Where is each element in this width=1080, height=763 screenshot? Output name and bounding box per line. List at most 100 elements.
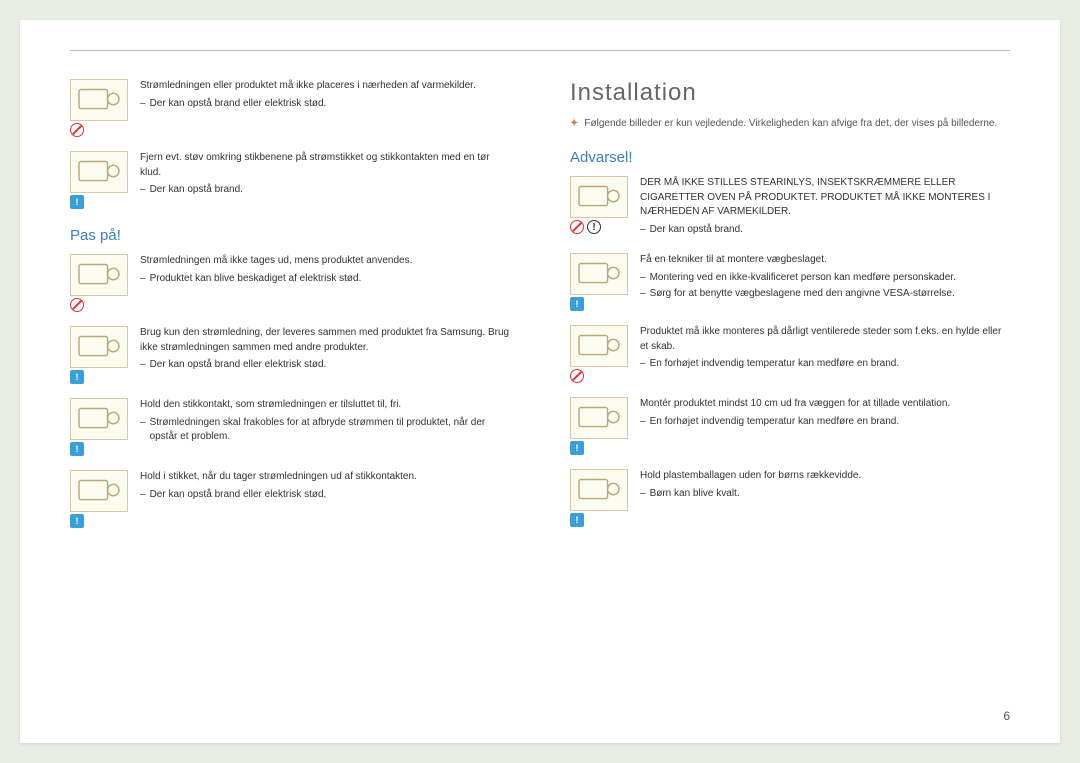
- item-sub-text: ‒Strømledningen skal frakobles for at af…: [140, 416, 510, 445]
- item-sub-text: ‒ En forhøjet indvendig temperatur kan me…: [640, 357, 1010, 372]
- item-sub-text: ‒Der kan opstå brand.: [640, 223, 1010, 238]
- illustration-icon: [70, 79, 128, 121]
- safety-item: Strømledningen må ikke tages ud, mens pr…: [70, 254, 510, 312]
- item-main-text: Brug kun den strømledning, der leveres s…: [140, 326, 510, 355]
- item-main-text: Strømledningen må ikke tages ud, mens pr…: [140, 254, 510, 269]
- item-main-text: Hold den stikkontakt, som strømledningen…: [140, 398, 510, 413]
- item-sub-text: ‒ Børn kan blive kvalt.: [640, 487, 1010, 502]
- safety-item: Produktet må ikke monteres på dårligt ve…: [570, 325, 1010, 383]
- exclamation-icon: !: [587, 220, 601, 234]
- badge-row: [570, 369, 628, 383]
- sub-text: Der kan opstå brand.: [650, 223, 743, 238]
- sub-text: En forhøjet indvendig temperatur kan med…: [650, 415, 900, 430]
- sub-text: Der kan opstå brand.: [150, 183, 243, 198]
- info-icon: !: [570, 441, 584, 455]
- safety-item: ! Få en tekniker til at montere vægbeslag…: [570, 253, 1010, 311]
- illustration-icon: [570, 253, 628, 295]
- dash-icon: ‒: [140, 488, 146, 503]
- item-main-text: Strømledningen eller produktet må ikke p…: [140, 79, 510, 94]
- illustration-icon: [70, 151, 128, 193]
- badge-row: [70, 298, 128, 312]
- sub-text: Børn kan blive kvalt.: [650, 487, 740, 502]
- item-main-text: Montér produktet mindst 10 cm ud fra væg…: [640, 397, 1010, 412]
- columns: Strømledningen eller produktet må ikke p…: [70, 79, 1010, 542]
- item-text: DER MÅ IKKE STILLES STEARINLYS, INSEKTSK…: [640, 176, 1010, 239]
- prohibit-icon: [70, 123, 84, 137]
- info-icon: !: [570, 297, 584, 311]
- prohibit-icon: [570, 369, 584, 383]
- dash-icon: ‒: [640, 487, 646, 502]
- note-bullet-icon: ✦: [570, 117, 578, 131]
- illustration-icon: [70, 398, 128, 440]
- item-text: Fjern evt. støv omkring stikbenene på st…: [140, 151, 510, 209]
- item-icons: [570, 325, 628, 383]
- item-text: Få en tekniker til at montere vægbeslage…: [640, 253, 1010, 311]
- dash-icon: ‒: [640, 271, 646, 286]
- safety-item: ! Hold plastemballagen uden for børns ræk…: [570, 469, 1010, 527]
- sub-text: Strømledningen skal frakobles for at afb…: [150, 416, 510, 445]
- badge-row: !: [70, 195, 128, 209]
- item-text: Hold i stikket, når du tager strømlednin…: [140, 470, 510, 528]
- item-sub-text: ‒En forhøjet indvendig temperatur kan me…: [640, 415, 1010, 430]
- dash-icon: ‒: [140, 97, 146, 112]
- item-sub-text: ‒ Der kan opstå brand eller elektrisk stø…: [140, 97, 510, 112]
- item-main-text: Produktet må ikke monteres på dårligt ve…: [640, 325, 1010, 354]
- sub-text: En forhøjet indvendig temperatur kan med…: [650, 357, 900, 372]
- item-main-text: Få en tekniker til at montere vægbeslage…: [640, 253, 1010, 268]
- item-sub-text: ‒Montering ved en ikke-kvalificeret pers…: [640, 271, 1010, 286]
- item-icons: !: [570, 469, 628, 527]
- sub-text: Der kan opstå brand eller elektrisk stød…: [150, 488, 327, 503]
- dash-icon: ‒: [140, 272, 146, 287]
- badge-row: !: [570, 297, 628, 311]
- item-icons: !: [70, 151, 128, 209]
- prohibit-icon: [570, 220, 584, 234]
- dash-icon: ‒: [640, 287, 646, 302]
- illustration-icon: [570, 469, 628, 511]
- sub-text: Produktet kan blive beskadiget af elektr…: [150, 272, 362, 287]
- badge-row: !: [70, 514, 128, 528]
- item-sub-text: ‒ Der kan opstå brand eller elektrisk stø…: [140, 488, 510, 503]
- illustration-icon: [70, 326, 128, 368]
- item-icons: [70, 79, 128, 137]
- badge-row: !: [570, 513, 628, 527]
- item-main-text: DER MÅ IKKE STILLES STEARINLYS, INSEKTSK…: [640, 176, 1010, 220]
- note-text: Følgende billeder er kun vejledende. Vir…: [584, 117, 997, 131]
- sub-text: Der kan opstå brand eller elektrisk stød…: [150, 97, 327, 112]
- illustration-icon: [570, 397, 628, 439]
- item-main-text: Hold i stikket, når du tager strømlednin…: [140, 470, 510, 485]
- sub-text: Der kan opstå brand eller elektrisk stød…: [150, 358, 327, 373]
- badge-row: !: [70, 370, 128, 384]
- badge-row: !: [70, 442, 128, 456]
- illustration-icon: [70, 470, 128, 512]
- item-icons: !: [70, 398, 128, 456]
- item-main-text: Hold plastemballagen uden for børns rækk…: [640, 469, 1010, 484]
- safety-item: ! Fjern evt. støv omkring stikbenene på s…: [70, 151, 510, 209]
- illustration-icon: [570, 325, 628, 367]
- item-sub-text: ‒ Der kan opstå brand eller elektrisk stø…: [140, 358, 510, 373]
- dash-icon: ‒: [140, 358, 146, 373]
- prohibit-icon: [70, 298, 84, 312]
- illustration-icon: [570, 176, 628, 218]
- safety-item: ! DER MÅ IKKE STILLES STEARINLYS, INSEKTS…: [570, 176, 1010, 239]
- sub-text: Sørg for at benytte vægbeslagene med den…: [650, 287, 955, 302]
- safety-item: ! Brug kun den strømledning, der leveres …: [70, 326, 510, 384]
- warning-heading: Advarsel!: [570, 149, 1010, 166]
- item-icons: !: [570, 176, 628, 239]
- item-icons: [70, 254, 128, 312]
- badge-row: [70, 123, 128, 137]
- info-icon: !: [70, 442, 84, 456]
- item-icons: !: [70, 470, 128, 528]
- safety-item: ! Hold den stikkontakt, som strømledninge…: [70, 398, 510, 456]
- dash-icon: ‒: [140, 183, 146, 198]
- info-icon: !: [70, 370, 84, 384]
- item-text: Hold plastemballagen uden for børns rækk…: [640, 469, 1010, 527]
- info-icon: !: [70, 514, 84, 528]
- info-icon: !: [70, 195, 84, 209]
- item-text: Hold den stikkontakt, som strømledningen…: [140, 398, 510, 456]
- dash-icon: ‒: [640, 357, 646, 372]
- item-sub-text: ‒ Produktet kan blive beskadiget af elekt…: [140, 272, 510, 287]
- guide-note: ✦ Følgende billeder er kun vejledende. V…: [570, 117, 1010, 131]
- item-text: Brug kun den strømledning, der leveres s…: [140, 326, 510, 384]
- right-column: Installation ✦ Følgende billeder er kun …: [570, 79, 1010, 542]
- badge-row: !: [570, 220, 628, 234]
